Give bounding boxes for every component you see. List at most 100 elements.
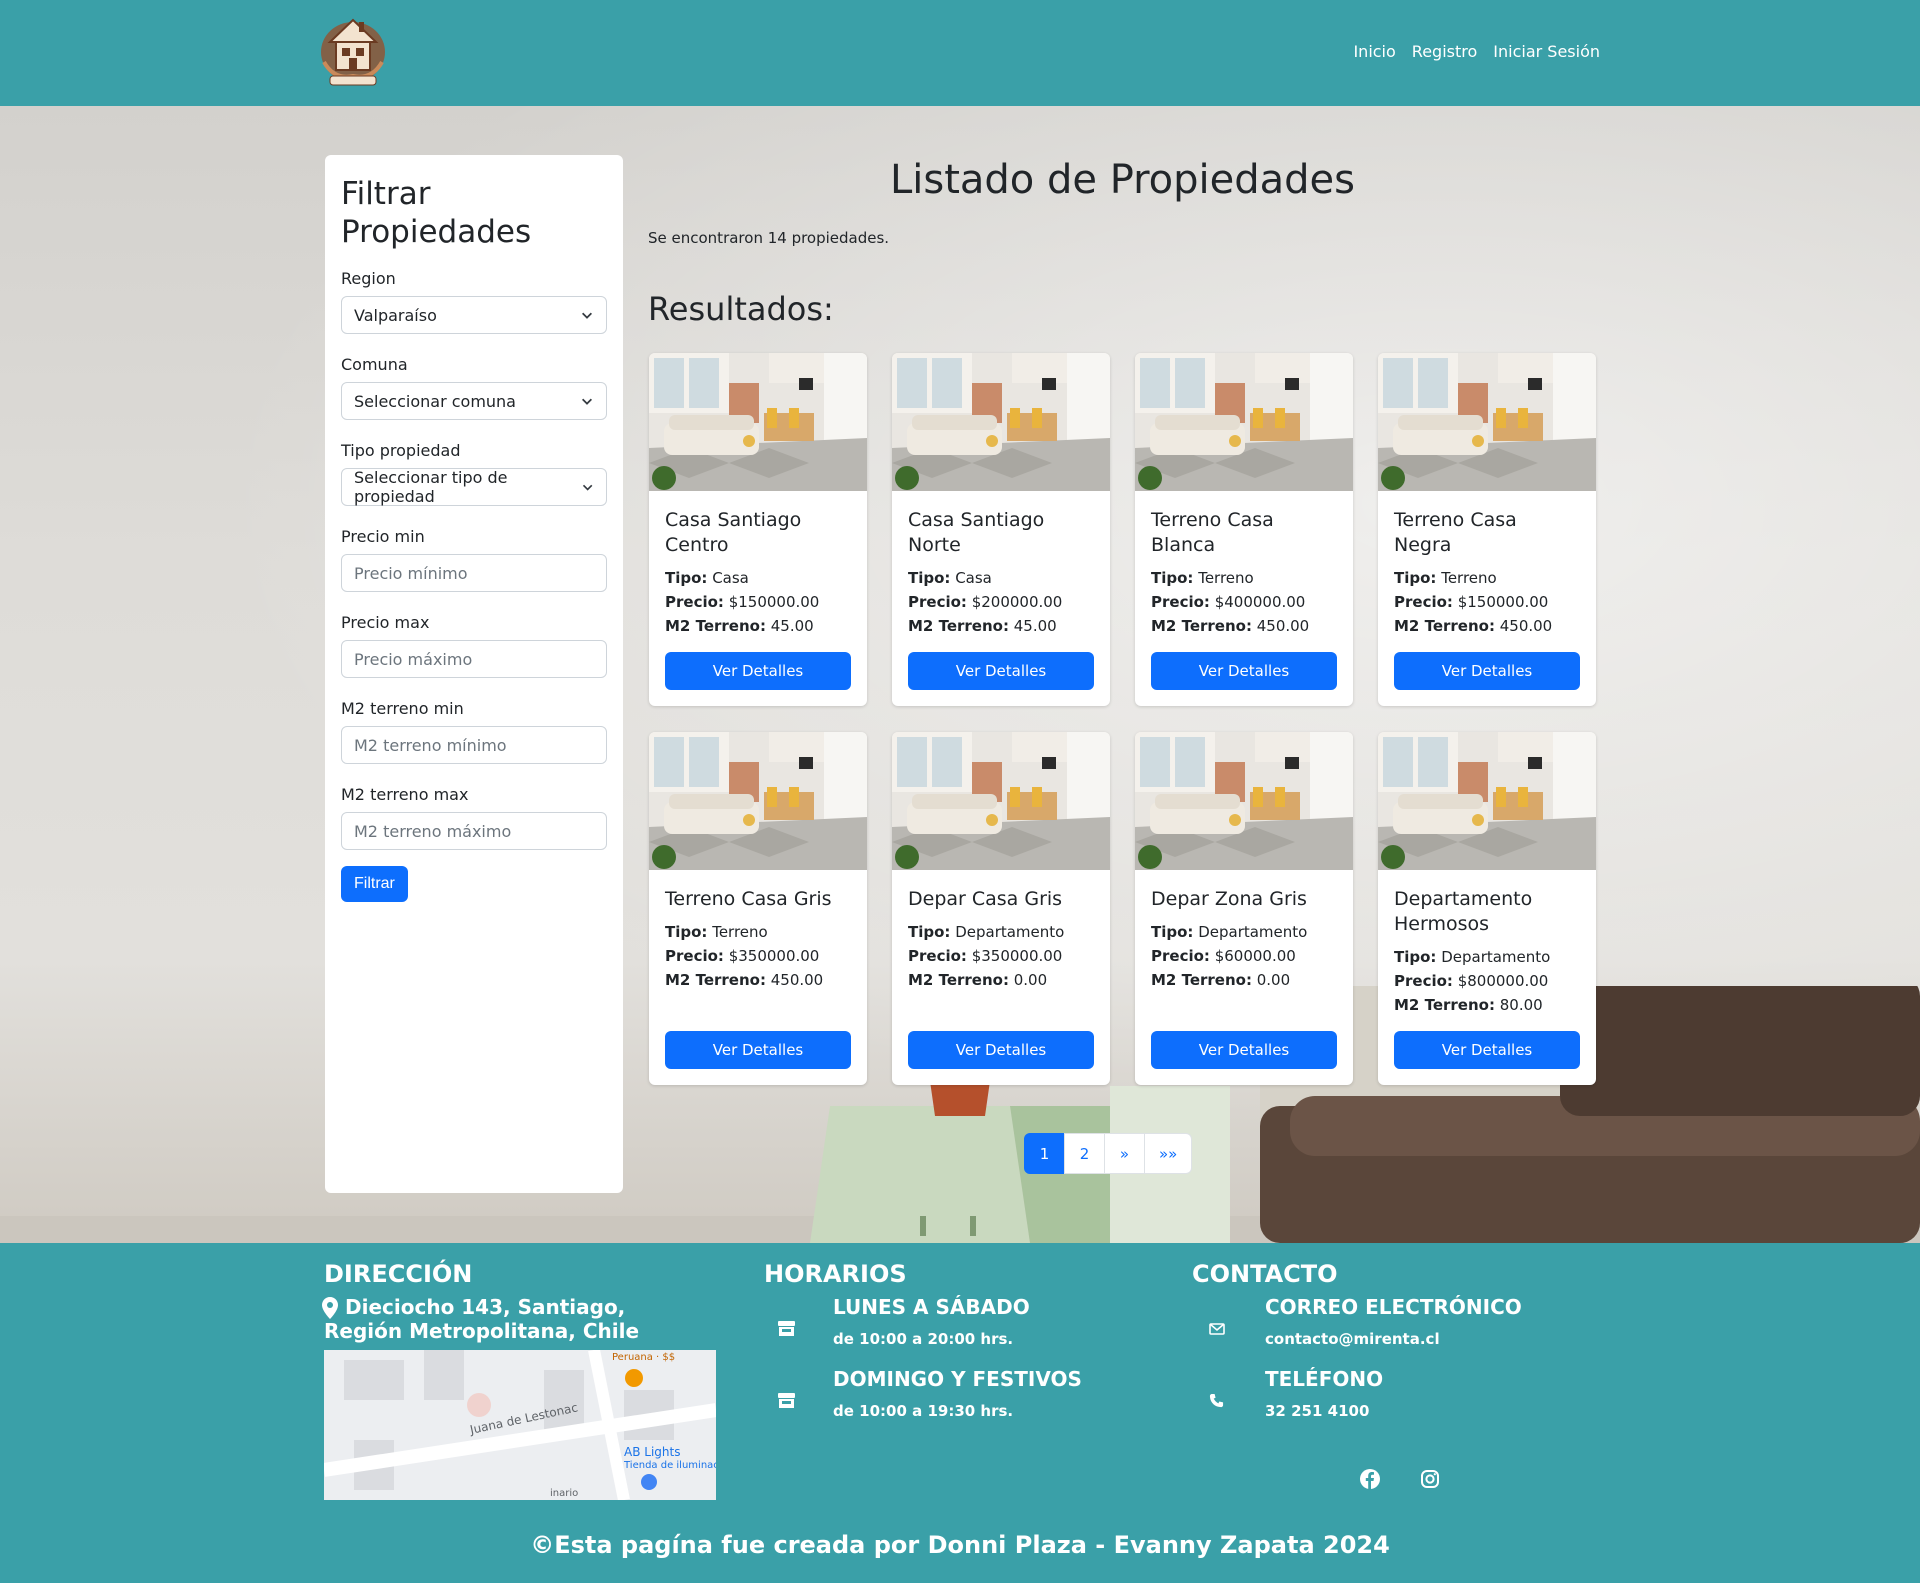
card-precio-label: Precio: (1394, 972, 1453, 990)
card-m2-label: M2 Terreno: (665, 617, 766, 635)
nav-link-registro[interactable]: Registro (1412, 42, 1477, 61)
filter-button[interactable]: Filtrar (341, 866, 408, 902)
ver-detalles-button[interactable]: Ver Detalles (1151, 652, 1337, 690)
copyright: ©Esta pagína fue creada por Donni Plaza … (530, 1531, 1390, 1559)
horario2-text: de 10:00 a 19:30 hrs. (833, 1402, 1014, 1420)
card-tipo: Tipo: Terreno (665, 920, 851, 944)
horarios-title: HORARIOS (764, 1260, 907, 1288)
card-precio-label: Precio: (908, 947, 967, 965)
card-m2-label: M2 Terreno: (1394, 617, 1495, 635)
card-body: Terreno Casa Gris Tipo: Terreno Precio: … (649, 870, 867, 1009)
m2-min-group: M2 terreno min M2 terreno mínimo (341, 699, 607, 764)
property-card: Depar Casa Gris Tipo: Departamento Preci… (892, 732, 1110, 1085)
ver-detalles-button[interactable]: Ver Detalles (665, 1031, 851, 1069)
property-card: Casa Santiago Norte Tipo: Casa Precio: $… (892, 353, 1110, 706)
region-label: Region (341, 269, 396, 288)
precio-max-placeholder: Precio máximo (354, 649, 473, 669)
direccion-title: DIRECCIÓN (324, 1260, 473, 1288)
chevron-down-icon (582, 312, 592, 319)
property-card: Terreno Casa Blanca Tipo: Terreno Precio… (1135, 353, 1353, 706)
page-2[interactable]: 2 (1064, 1133, 1105, 1174)
page-title: Listado de Propiedades (889, 157, 1356, 203)
m2-max-input[interactable]: M2 terreno máximo (341, 812, 607, 850)
card-tipo-value: Terreno (712, 923, 768, 941)
card-precio-label: Precio: (1151, 947, 1210, 965)
ver-detalles-button[interactable]: Ver Detalles (665, 652, 851, 690)
comuna-select[interactable]: Seleccionar comuna (341, 382, 607, 420)
m2-max-label: M2 terreno max (341, 785, 469, 804)
card-tipo-value: Terreno (1198, 569, 1254, 587)
property-image (1378, 353, 1596, 491)
tipo-label: Tipo propiedad (341, 441, 461, 460)
envelope-icon (1209, 1323, 1225, 1335)
page-1[interactable]: 1 (1024, 1133, 1065, 1174)
m2-min-label: M2 terreno min (341, 699, 464, 718)
region-select[interactable]: Valparaíso (341, 296, 607, 334)
chevron-down-icon (582, 484, 593, 491)
phone-icon (1209, 1393, 1224, 1408)
tipo-select[interactable]: Seleccionar tipo de propiedad (341, 468, 607, 506)
card-tipo-value: Casa (712, 569, 749, 587)
phone-title: TELÉFONO (1265, 1367, 1384, 1391)
email-title: CORREO ELECTRÓNICO (1265, 1295, 1522, 1319)
ver-detalles-button[interactable]: Ver Detalles (908, 652, 1094, 690)
card-tipo-label: Tipo: (1394, 569, 1437, 587)
card-precio-label: Precio: (665, 593, 724, 611)
card-tipo-value: Departamento (955, 923, 1065, 941)
ver-detalles-button[interactable]: Ver Detalles (1394, 652, 1580, 690)
nav-link-inicio[interactable]: Inicio (1353, 42, 1395, 61)
card-title: Terreno Casa Negra (1394, 509, 1517, 556)
precio-min-label: Precio min (341, 527, 425, 546)
facebook-icon[interactable] (1360, 1469, 1380, 1489)
property-card: Depar Zona Gris Tipo: Departamento Preci… (1135, 732, 1353, 1085)
email-text[interactable]: contacto@mirenta.cl (1265, 1330, 1440, 1348)
ver-detalles-button[interactable]: Ver Detalles (1151, 1031, 1337, 1069)
precio-min-input[interactable]: Precio mínimo (341, 554, 607, 592)
property-image (649, 732, 867, 870)
card-tipo: Tipo: Departamento (1151, 920, 1337, 944)
card-body: Depar Casa Gris Tipo: Departamento Preci… (892, 870, 1110, 1009)
phone-text[interactable]: 32 251 4100 (1265, 1402, 1369, 1420)
card-m2-label: M2 Terreno: (1394, 996, 1495, 1014)
card-tipo-label: Tipo: (665, 569, 708, 587)
card-body: Depar Zona Gris Tipo: Departamento Preci… (1135, 870, 1353, 1009)
card-m2: M2 Terreno: 0.00 (1151, 968, 1337, 992)
card-precio-value: $150000.00 (728, 593, 820, 611)
pagination: 1 2 » »» (1024, 1133, 1193, 1174)
card-precio-label: Precio: (1151, 593, 1210, 611)
precio-max-input[interactable]: Precio máximo (341, 640, 607, 678)
card-tipo-label: Tipo: (908, 569, 951, 587)
tipo-select-value: Seleccionar tipo de propiedad (354, 468, 508, 506)
instagram-icon[interactable] (1420, 1469, 1440, 1489)
card-m2-label: M2 Terreno: (908, 971, 1009, 989)
map-embed[interactable]: Juana de Lestonac Peruana · $$ AB Lights… (324, 1350, 716, 1500)
card-title: Terreno Casa Blanca (1151, 509, 1274, 556)
precio-min-placeholder: Precio mínimo (354, 563, 468, 583)
ver-detalles-button[interactable]: Ver Detalles (908, 1031, 1094, 1069)
m2-min-placeholder: M2 terreno mínimo (354, 735, 507, 755)
m2-min-input[interactable]: M2 terreno mínimo (341, 726, 607, 764)
card-precio: Precio: $150000.00 (1394, 590, 1580, 614)
card-tipo-label: Tipo: (665, 923, 708, 941)
chevron-down-icon (582, 398, 592, 405)
nav-link-iniciar-sesion[interactable]: Iniciar Sesión (1493, 42, 1600, 61)
card-precio-value: $350000.00 (728, 947, 820, 965)
comuna-select-value: Seleccionar comuna (354, 391, 516, 411)
page-next[interactable]: » (1104, 1133, 1145, 1174)
map-poi-label-4: inario (550, 1488, 578, 1499)
ver-detalles-button[interactable]: Ver Detalles (1394, 1031, 1580, 1069)
card-tipo-label: Tipo: (1394, 948, 1437, 966)
logo-house-icon[interactable] (318, 12, 388, 88)
precio-min-group: Precio min Precio mínimo (341, 527, 607, 592)
card-precio-value: $150000.00 (1457, 593, 1549, 611)
card-body: Casa Santiago Centro Tipo: Casa Precio: … (649, 491, 867, 655)
card-m2-label: M2 Terreno: (1151, 971, 1252, 989)
comuna-label: Comuna (341, 355, 408, 374)
page-last[interactable]: »» (1144, 1133, 1193, 1174)
card-m2: M2 Terreno: 0.00 (908, 968, 1094, 992)
card-precio-value: $200000.00 (971, 593, 1063, 611)
card-m2-value: 0.00 (1013, 971, 1048, 989)
card-m2: M2 Terreno: 450.00 (665, 968, 851, 992)
card-m2: M2 Terreno: 450.00 (1394, 614, 1580, 638)
card-tipo: Tipo: Terreno (1394, 566, 1580, 590)
